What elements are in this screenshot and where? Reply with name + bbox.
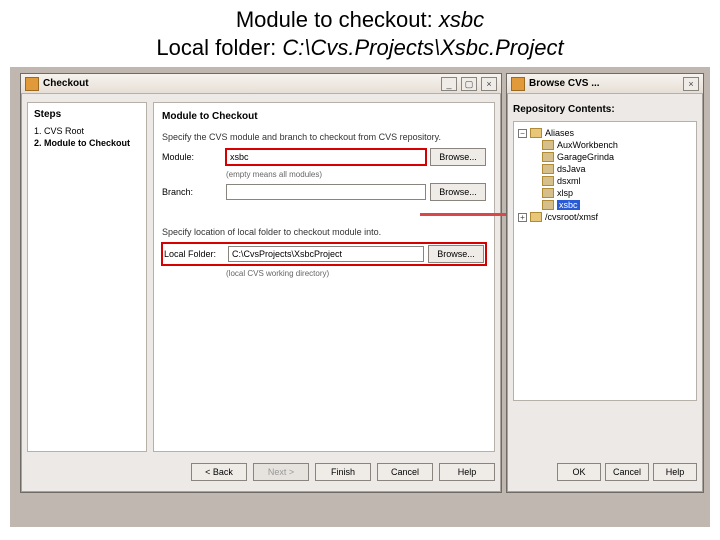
tree-item[interactable]: dsJava [530, 164, 694, 174]
checkout-titlebar: Checkout _ ▢ × [21, 74, 501, 94]
slide-heading: Module to checkout: xsbc Local folder: C… [0, 0, 720, 63]
browse-heading: Repository Contents: [513, 104, 697, 115]
hint-module: Specify the CVS module and branch to che… [162, 132, 486, 142]
browse-title: Browse CVS ... [529, 78, 600, 89]
heading-local-folder: C:\Cvs.Projects\Xsbc.Project [282, 35, 563, 60]
tree-item[interactable]: dsxml [530, 176, 694, 186]
checkout-buttonbar: < Back Next > Finish Cancel Help [27, 458, 495, 486]
cancel-button[interactable]: Cancel [377, 463, 433, 481]
checkout-title: Checkout [43, 78, 89, 89]
tree-item-label: dsxml [557, 176, 581, 186]
browse-titlebar: Browse CVS ... × [507, 74, 703, 94]
ok-button[interactable]: OK [557, 463, 601, 481]
checkout-app-icon [25, 77, 39, 91]
tree-item[interactable]: xlsp [530, 188, 694, 198]
localfolder-input[interactable] [228, 246, 424, 262]
tree-item-selected[interactable]: xsbc [530, 200, 694, 210]
browse-folder-button[interactable]: Browse... [428, 245, 484, 263]
module-row: Module: Browse... [162, 148, 486, 166]
tree-sibling[interactable]: + /cvsroot/xmsf [518, 212, 694, 222]
tree-item-label: xlsp [557, 188, 573, 198]
folder-icon [542, 200, 554, 210]
folder-icon [530, 212, 542, 222]
module-label: Module: [162, 152, 222, 162]
desktop-stage: Checkout _ ▢ × Steps CVS Root Module to … [10, 67, 710, 527]
checkout-main: Module to Checkout Specify the CVS modul… [153, 102, 495, 452]
tree-item-label: xsbc [557, 200, 580, 210]
module-input[interactable] [226, 149, 426, 165]
steps-heading: Steps [34, 109, 140, 120]
main-heading: Module to Checkout [162, 111, 486, 122]
browse-close-button[interactable]: × [683, 77, 699, 91]
close-button[interactable]: × [481, 77, 497, 91]
back-button[interactable]: < Back [191, 463, 247, 481]
browse-cancel-button[interactable]: Cancel [605, 463, 649, 481]
folder-icon [542, 176, 554, 186]
steps-sidebar: Steps CVS Root Module to Checkout [27, 102, 147, 452]
browse-help-button[interactable]: Help [653, 463, 697, 481]
branch-label: Branch: [162, 187, 222, 197]
collapse-icon[interactable]: − [518, 129, 527, 138]
branch-row: Branch: Browse... [162, 183, 486, 201]
empty-hint: (empty means all modules) [226, 170, 486, 179]
expand-icon[interactable]: + [518, 213, 527, 222]
branch-input[interactable] [226, 184, 426, 200]
minimize-button[interactable]: _ [441, 77, 457, 91]
browse-buttonbar: OK Cancel Help [513, 458, 697, 486]
heading-line2-text: Local folder: [156, 35, 282, 60]
tree-item[interactable]: AuxWorkbench [530, 140, 694, 150]
localfolder-row: Local Folder: Browse... [162, 243, 486, 265]
tree-root-label: Aliases [545, 128, 574, 138]
folder-icon [542, 188, 554, 198]
tree-item-label: GarageGrinda [557, 152, 614, 162]
folder-icon [542, 140, 554, 150]
tree-item-label: dsJava [557, 164, 586, 174]
maximize-button[interactable]: ▢ [461, 77, 477, 91]
browse-app-icon [511, 77, 525, 91]
heading-line1-text: Module to checkout: [236, 7, 439, 32]
folder-icon [542, 152, 554, 162]
checkout-window: Checkout _ ▢ × Steps CVS Root Module to … [20, 73, 502, 493]
heading-module-name: xsbc [439, 7, 484, 32]
next-button: Next > [253, 463, 309, 481]
repo-tree[interactable]: − Aliases AuxWorkbench GarageGrinda dsJa… [513, 121, 697, 401]
browse-window: Browse CVS ... × Repository Contents: − … [506, 73, 704, 493]
tree-root[interactable]: − Aliases [518, 128, 694, 138]
help-button[interactable]: Help [439, 463, 495, 481]
folder-icon [530, 128, 542, 138]
browse-module-button[interactable]: Browse... [430, 148, 486, 166]
step-item: CVS Root [34, 126, 140, 136]
tree-sibling-label: /cvsroot/xmsf [545, 212, 598, 222]
finish-button[interactable]: Finish [315, 463, 371, 481]
folder-icon [542, 164, 554, 174]
localfolder-label: Local Folder: [164, 249, 224, 259]
step-item: Module to Checkout [34, 138, 140, 148]
hint-localfolder: Specify location of local folder to chec… [162, 227, 486, 237]
tree-item-label: AuxWorkbench [557, 140, 618, 150]
browse-branch-button[interactable]: Browse... [430, 183, 486, 201]
wd-hint: (local CVS working directory) [226, 269, 486, 278]
tree-item[interactable]: GarageGrinda [530, 152, 694, 162]
